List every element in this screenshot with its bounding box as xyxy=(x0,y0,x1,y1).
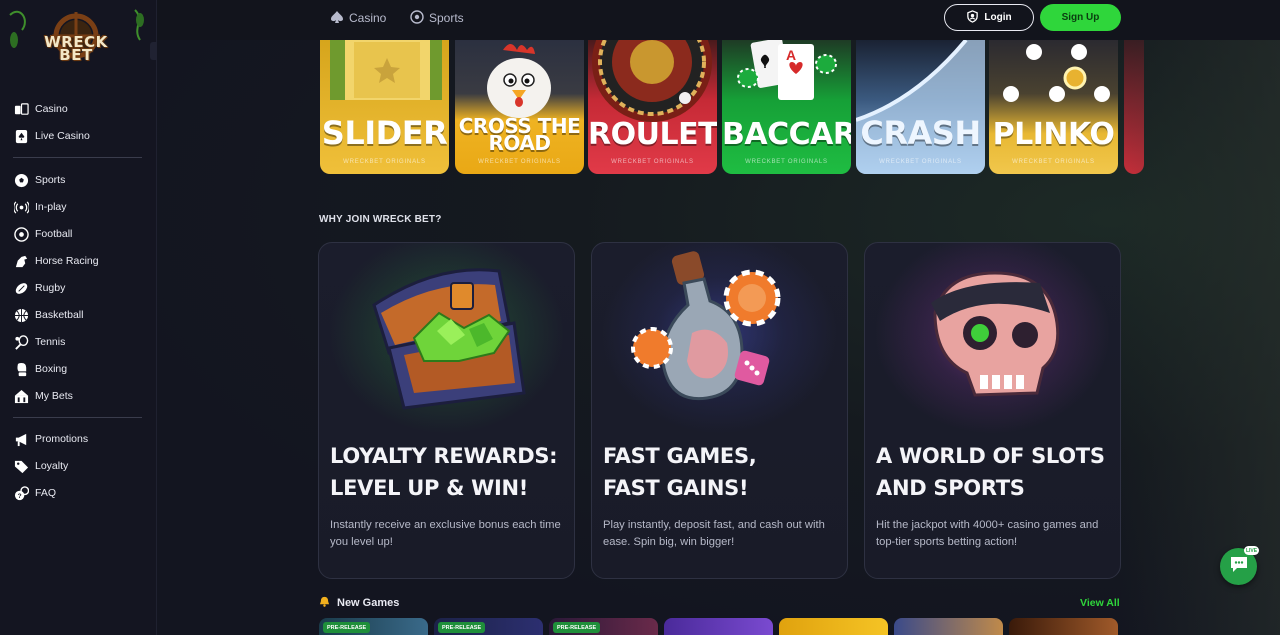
card-heading: FAST GAMES, FAST GAINS! xyxy=(603,444,757,500)
svg-text:A: A xyxy=(786,47,796,63)
pirate-skull-art xyxy=(931,271,1060,397)
pre-release-badge: PRE-RELEASE xyxy=(553,622,601,633)
sidebar-item-in-play[interactable]: In-play xyxy=(13,197,67,217)
plinko-pegs-art xyxy=(1003,44,1110,102)
new-game-thumb[interactable]: PRE-RELEASE xyxy=(549,618,658,635)
spade-icon xyxy=(330,10,344,27)
logo-area: WRECK BET ‹ xyxy=(0,0,168,80)
sidebar-item-faq[interactable]: ? FAQ xyxy=(13,483,56,503)
game-title: CROSS THE ROAD xyxy=(458,114,581,155)
new-game-thumb[interactable]: PRE-RELEASE xyxy=(319,618,428,635)
why-card-slots-sports: A WORLD OF SLOTS AND SPORTS Hit the jack… xyxy=(864,242,1121,579)
new-game-thumb[interactable]: PRE-RELEASE xyxy=(434,618,543,635)
user-shield-icon xyxy=(966,9,979,26)
sidebar-item-sports[interactable]: Sports xyxy=(13,170,65,190)
sidebar-item-promotions[interactable]: Promotions xyxy=(13,429,88,449)
sidebar-item-basketball[interactable]: Basketball xyxy=(13,305,83,325)
card-description: Play instantly, deposit fast, and cash o… xyxy=(603,519,825,548)
soccer-ball-icon xyxy=(13,172,29,188)
spade-card-icon xyxy=(13,128,29,144)
card-description: Hit the jackpot with 4000+ casino games … xyxy=(876,519,1099,548)
card-description: Instantly receive an exclusive bonus eac… xyxy=(330,519,561,548)
casino-icon xyxy=(13,101,29,117)
wreckbet-logo[interactable]: WRECK BET xyxy=(36,10,116,70)
top-bar: Casino Sports Login Sign Up xyxy=(157,0,1280,40)
why-card-loyalty: LOYALTY REWARDS: LEVEL UP & WIN! Instant… xyxy=(318,242,575,579)
game-card-next-partial[interactable] xyxy=(1124,40,1144,174)
game-card-crash[interactable]: CRASH WRECKBET ORIGINALS xyxy=(856,40,985,174)
my-bets-icon xyxy=(13,388,29,404)
sidebar-item-football[interactable]: Football xyxy=(13,224,72,244)
new-game-thumb[interactable] xyxy=(779,618,888,635)
loyalty-tag-icon xyxy=(13,458,29,474)
section-title-why-join: WHY JOIN WRECK BET? xyxy=(319,214,442,225)
sidebar-item-loyalty[interactable]: Loyalty xyxy=(13,456,68,476)
signup-button[interactable]: Sign Up xyxy=(1040,4,1121,31)
game-card-plinko[interactable]: PLINKO WRECKBET ORIGINALS xyxy=(989,40,1118,174)
game-card-cross-the-road[interactable]: CROSS THE ROAD WRECKBET ORIGINALS xyxy=(455,40,584,174)
logo-text: WRECK BET xyxy=(44,33,108,64)
rugby-ball-icon xyxy=(13,280,29,296)
boxing-glove-icon xyxy=(13,361,29,377)
game-card-baccarat[interactable]: A BACCARAT WRECKBET ORIGINALS xyxy=(722,40,851,174)
main-content: SLIDER WRECKBET ORIGINALS CROSS THE ROAD… xyxy=(157,40,1280,635)
pre-release-badge: PRE-RELEASE xyxy=(438,622,486,633)
potion-bottle-art xyxy=(631,251,781,401)
live-badge: LIVE xyxy=(1244,546,1259,555)
new-game-thumb[interactable] xyxy=(894,618,1003,635)
svg-text:?: ? xyxy=(17,493,21,500)
card-heading: A WORLD OF SLOTS AND SPORTS xyxy=(876,444,1105,500)
bell-icon xyxy=(319,596,330,610)
sidebar-item-tennis[interactable]: Tennis xyxy=(13,332,65,352)
pre-release-badge: PRE-RELEASE xyxy=(323,622,371,633)
sidebar-item-rugby[interactable]: Rugby xyxy=(13,278,65,298)
tab-sports[interactable]: Sports xyxy=(410,9,464,27)
why-card-fast-games: FAST GAMES, FAST GAINS! Play instantly, … xyxy=(591,242,848,579)
roulette-wheel-art xyxy=(592,40,712,122)
sidebar-item-boxing[interactable]: Boxing xyxy=(13,359,67,379)
section-title-new-games: New Games xyxy=(319,596,399,610)
sidebar: WRECK BET ‹ Casino Live Casino Sports In… xyxy=(0,0,168,635)
card-heading: LOYALTY REWARDS: LEVEL UP & WIN! xyxy=(330,444,558,500)
sports-ball-icon xyxy=(410,9,424,27)
tab-casino[interactable]: Casino xyxy=(330,9,386,27)
football-icon xyxy=(13,226,29,242)
sidebar-item-horse-racing[interactable]: Horse Racing xyxy=(13,251,99,271)
slider-art xyxy=(330,40,442,100)
new-game-thumb[interactable] xyxy=(1009,618,1118,635)
game-card-roulette[interactable]: ROULETTE WRECKBET ORIGINALS xyxy=(588,40,717,174)
sidebar-item-casino[interactable]: Casino xyxy=(13,99,68,119)
cards-chips-art: A xyxy=(737,40,837,100)
broadcast-icon xyxy=(13,199,29,215)
chat-bubble-icon xyxy=(1229,555,1249,578)
login-button[interactable]: Login xyxy=(944,4,1034,31)
crash-curve-art xyxy=(856,40,985,174)
treasure-chest-art xyxy=(372,268,526,410)
horse-icon xyxy=(13,253,29,269)
game-card-slider[interactable]: SLIDER WRECKBET ORIGINALS xyxy=(320,40,449,174)
sidebar-item-my-bets[interactable]: My Bets xyxy=(13,386,73,406)
megaphone-icon xyxy=(13,431,29,447)
view-all-link[interactable]: View All xyxy=(1080,597,1120,609)
faq-icon: ? xyxy=(13,485,29,501)
sidebar-divider xyxy=(13,417,142,418)
new-game-thumb[interactable] xyxy=(664,618,773,635)
sidebar-divider xyxy=(13,157,142,158)
tennis-icon xyxy=(13,334,29,350)
basketball-icon xyxy=(13,307,29,323)
sidebar-item-live-casino[interactable]: Live Casino xyxy=(13,126,90,146)
live-chat-button[interactable]: LIVE xyxy=(1220,546,1259,585)
